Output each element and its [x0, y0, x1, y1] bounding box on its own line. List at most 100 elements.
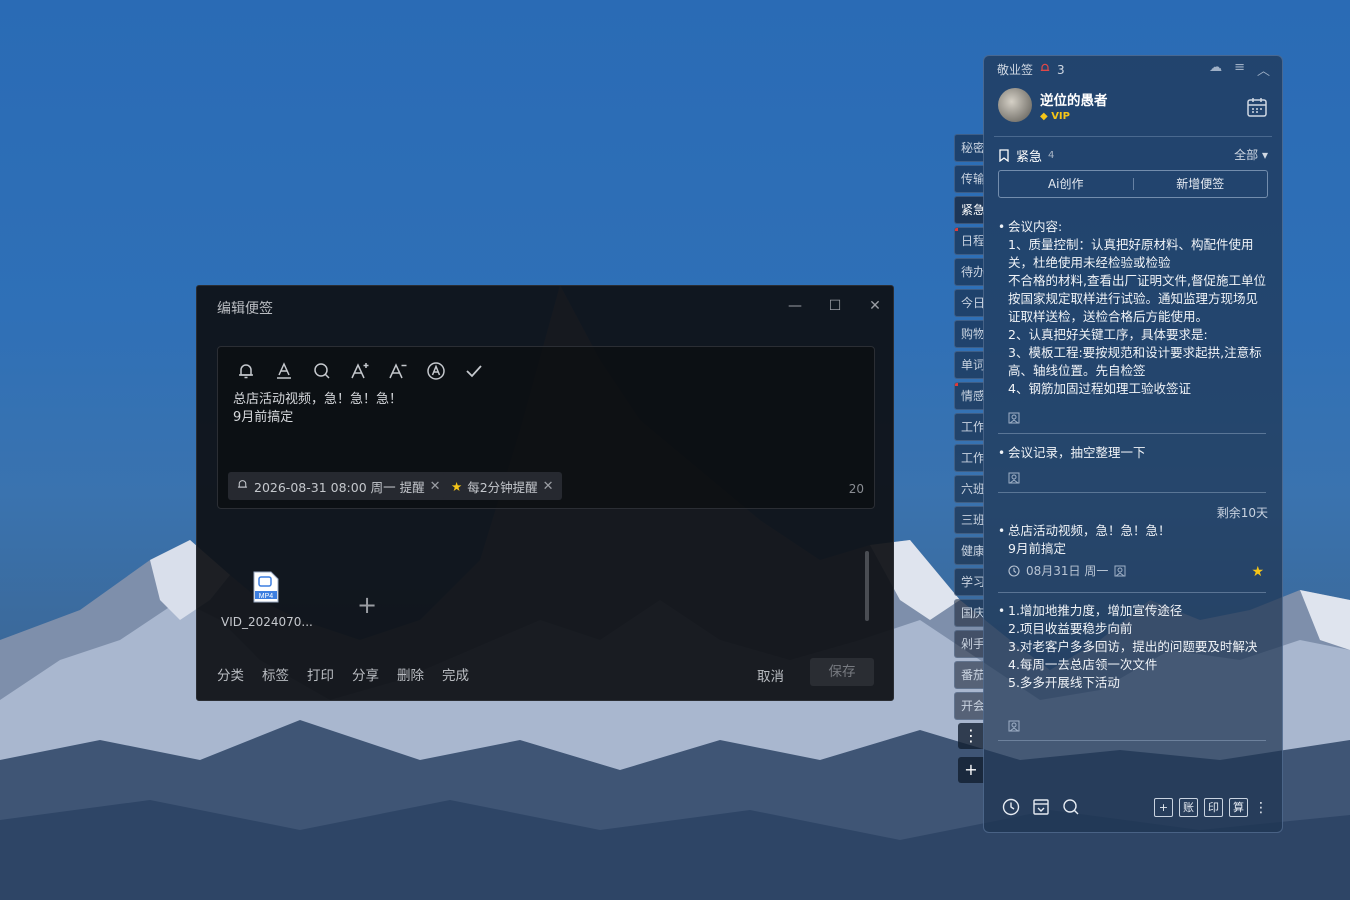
tab-urgent[interactable]: 紧急	[954, 196, 984, 224]
mp4-file-icon: MP4	[253, 571, 279, 603]
print-icon[interactable]: 印	[1204, 798, 1223, 817]
save-button[interactable]: 保存	[810, 658, 874, 686]
bullet: •	[998, 604, 1006, 618]
vip-badge: ◆ VIP	[1040, 110, 1070, 122]
divider	[998, 740, 1266, 741]
tag-button[interactable]: 标签	[262, 664, 289, 684]
calendar-icon[interactable]	[1246, 96, 1268, 118]
search-icon[interactable]	[1062, 798, 1080, 816]
remove-repeat-icon[interactable]: ✕	[543, 479, 554, 494]
tab-pomodoro[interactable]: 番茄	[954, 661, 984, 689]
tab-work-1[interactable]: 工作	[954, 413, 984, 441]
category-name: 紧急	[1016, 150, 1043, 165]
panel-actions: Ai创作 新增便签	[998, 170, 1268, 198]
attachment-icon	[1008, 717, 1020, 736]
tab-today[interactable]: 今日	[954, 289, 984, 317]
username: 逆位的愚者	[1040, 92, 1108, 109]
bullet: •	[998, 446, 1006, 460]
notification-bell-icon[interactable]	[1039, 62, 1051, 77]
star-icon[interactable]: ★	[1251, 564, 1264, 580]
tab-secret[interactable]: 秘密	[954, 134, 984, 162]
delete-button[interactable]: 删除	[397, 664, 424, 684]
tab-transfer[interactable]: 传输	[954, 165, 984, 193]
maximize-button[interactable]: ☐	[825, 296, 845, 316]
tab-words[interactable]: 单词	[954, 351, 984, 379]
reminder-chip[interactable]: 2026-08-31 08:00 周一 提醒 ✕	[228, 472, 449, 500]
bookmark-icon	[999, 149, 1009, 162]
attachment-name: VID_2024070...	[221, 615, 313, 629]
scrollbar[interactable]	[865, 551, 869, 621]
new-note-button[interactable]: 新增便签	[1134, 171, 1268, 197]
category-button[interactable]: 分类	[217, 664, 244, 684]
collapse-icon[interactable]: ︿	[1257, 60, 1270, 79]
add-attachment-button[interactable]: +	[357, 591, 377, 619]
avatar[interactable]	[998, 88, 1032, 122]
category-count: 4	[1048, 150, 1055, 161]
tab-study[interactable]: 学习	[954, 568, 984, 596]
note-item[interactable]: • 会议内容: 1、质量控制：认真把好原材料、构配件使用关，杜绝使用未经检验或检…	[998, 218, 1270, 403]
filter-dropdown[interactable]: 全部 ▾	[1234, 146, 1268, 163]
more-icon[interactable]: ⋮	[1254, 800, 1268, 816]
tab-schedule[interactable]: 日程	[954, 227, 984, 255]
add-tab-button[interactable]: +	[958, 757, 984, 783]
tab-shopping-spree[interactable]: 剁手	[954, 630, 984, 658]
svg-text:MP4: MP4	[259, 593, 274, 600]
current-category: 紧急 4	[998, 146, 1054, 165]
attachment-item[interactable]: MP4 VID_2024070...	[221, 571, 313, 629]
font-color-icon[interactable]	[272, 359, 296, 383]
accounting-icon[interactable]: 账	[1179, 798, 1198, 817]
check-icon[interactable]	[462, 359, 486, 383]
note-editor[interactable]: 总店活动视频，急！急！急！ 9月前搞定 2026-08-31 08:00 周一 …	[217, 346, 875, 509]
share-button[interactable]: 分享	[352, 664, 379, 684]
complete-button[interactable]: 完成	[442, 664, 469, 684]
category-tabs: 秘密 传输 紧急 日程 待办 今日 购物 单词 情感 工作 工作 六班 三班 健…	[954, 134, 984, 791]
tab-shopping[interactable]: 购物	[954, 320, 984, 348]
font-decrease-icon[interactable]	[386, 359, 410, 383]
font-increase-icon[interactable]	[348, 359, 372, 383]
user-profile[interactable]: 逆位的愚者 ◆ VIP	[998, 88, 1108, 122]
search-icon[interactable]	[310, 359, 334, 383]
tab-emotion[interactable]: 情感	[954, 382, 984, 410]
bullet: •	[998, 524, 1006, 538]
tab-class-3[interactable]: 三班	[954, 506, 984, 534]
note-content[interactable]: 总店活动视频，急！急！急！ 9月前搞定	[233, 391, 402, 427]
notes-panel: 敬业签 3 ☁ ≡ ︿ 逆位的愚者 ◆ VIP 紧急 4 全部 ▾ Ai创作 新…	[983, 55, 1283, 833]
tab-todo[interactable]: 待办	[954, 258, 984, 286]
clock-icon[interactable]	[1002, 798, 1020, 816]
more-tabs-button[interactable]: ⋮	[958, 723, 984, 749]
star-icon: ★	[451, 478, 463, 494]
close-button[interactable]: ✕	[865, 296, 885, 316]
divider	[998, 492, 1266, 493]
cancel-button[interactable]: 取消	[757, 665, 784, 685]
add-note-icon[interactable]: +	[1154, 798, 1173, 817]
note-item[interactable]: • 会议记录，抽空整理一下	[998, 444, 1270, 462]
tab-work-2[interactable]: 工作	[954, 444, 984, 472]
note-item[interactable]: • 1.增加地推力度，增加宣传途径 2.项目收益要稳步向前 3.对老客户多多回访…	[998, 602, 1270, 692]
edit-note-window: 编辑便签 — ☐ ✕ 总店活动视频，急！急！急！ 9月前搞定 2026-08-3…	[196, 285, 894, 701]
calculator-icon[interactable]: 算	[1229, 798, 1248, 817]
tab-meeting[interactable]: 开会	[954, 692, 984, 720]
app-name: 敬业签	[997, 63, 1034, 77]
menu-icon[interactable]: ≡	[1234, 60, 1245, 79]
divider	[998, 433, 1266, 434]
tab-health[interactable]: 健康	[954, 537, 984, 565]
note-item[interactable]: • 总店活动视频，急！急！急！ 9月前搞定 08月31日 周一	[998, 522, 1270, 580]
bell-icon[interactable]	[234, 359, 258, 383]
font-style-icon[interactable]	[424, 359, 448, 383]
panel-bottom-bar: + 账 印 算 ⋮	[984, 798, 1282, 822]
attachment-icon	[1114, 565, 1126, 577]
tab-national-day[interactable]: 国庆	[954, 599, 984, 627]
bell-icon	[236, 478, 249, 494]
tab-class-6[interactable]: 六班	[954, 475, 984, 503]
repeat-reminder-chip[interactable]: ★ 每2分钟提醒 ✕	[443, 472, 562, 500]
remove-reminder-icon[interactable]: ✕	[430, 479, 441, 494]
cloud-sync-icon[interactable]: ☁	[1209, 60, 1222, 79]
note-date: 08月31日 周一	[1026, 564, 1109, 578]
print-button[interactable]: 打印	[307, 664, 334, 684]
repeat-reminder-text: 每2分钟提醒	[467, 479, 538, 495]
archive-icon[interactable]	[1032, 798, 1050, 816]
editor-footer-actions: 分类 标签 打印 分享 删除 完成	[217, 664, 469, 684]
window-title: 编辑便签	[217, 301, 273, 317]
minimize-button[interactable]: —	[785, 296, 805, 316]
ai-create-button[interactable]: Ai创作	[999, 171, 1133, 197]
